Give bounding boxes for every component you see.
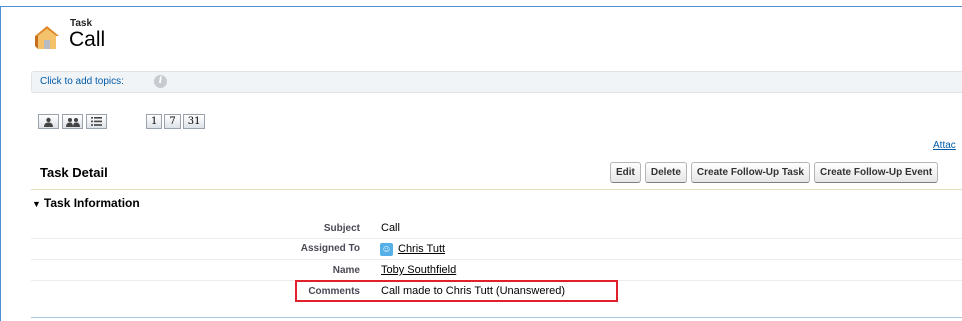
- bottom-divider: [31, 317, 962, 318]
- list-view-button[interactable]: [86, 114, 107, 129]
- record-name: Call: [69, 28, 106, 51]
- section-title: Task Information: [43, 196, 140, 210]
- list-view-icon: [91, 117, 102, 126]
- task-house-icon: [32, 22, 62, 52]
- assigned-to-label: Assigned To: [300, 243, 360, 254]
- day-view-button[interactable]: 1: [146, 114, 163, 129]
- detail-title: Task Detail: [40, 165, 108, 180]
- create-follow-up-task-button[interactable]: Create Follow-Up Task: [690, 162, 810, 183]
- delete-button[interactable]: Delete: [644, 162, 687, 183]
- view-button-group: [38, 114, 107, 129]
- single-user-view-button[interactable]: [38, 114, 59, 129]
- section-toggle[interactable]: ▼ Task Information: [32, 196, 140, 210]
- attachments-link[interactable]: Attac: [933, 140, 956, 151]
- contact-icon: ☺: [380, 243, 393, 256]
- assigned-to-link[interactable]: Chris Tutt: [398, 243, 445, 255]
- single-user-icon: [43, 117, 54, 127]
- create-follow-up-event-button[interactable]: Create Follow-Up Event: [813, 162, 939, 183]
- edit-button[interactable]: Edit: [610, 162, 641, 183]
- info-icon[interactable]: i: [154, 75, 167, 88]
- detail-divider: [31, 189, 962, 190]
- comments-highlight-box: [295, 280, 618, 302]
- subject-value: Call: [381, 222, 400, 234]
- row-divider: [31, 259, 962, 260]
- month-view-button[interactable]: 31: [182, 114, 206, 129]
- detail-button-row: Edit Delete Create Follow-Up Task Create…: [610, 162, 939, 183]
- name-label: Name: [332, 265, 360, 276]
- multi-user-view-button[interactable]: [62, 114, 83, 129]
- triangle-down-icon: ▼: [32, 199, 41, 209]
- subject-label: Subject: [323, 223, 360, 234]
- topics-bar: Click to add topics: i: [31, 71, 962, 93]
- add-topics-link[interactable]: Click to add topics:: [40, 76, 124, 87]
- week-view-button[interactable]: 7: [164, 114, 181, 129]
- multi-user-icon: [65, 117, 80, 127]
- calendar-button-group: 1 7 31: [146, 114, 206, 129]
- row-divider: [31, 238, 962, 239]
- name-link[interactable]: Toby Southfield: [381, 264, 456, 276]
